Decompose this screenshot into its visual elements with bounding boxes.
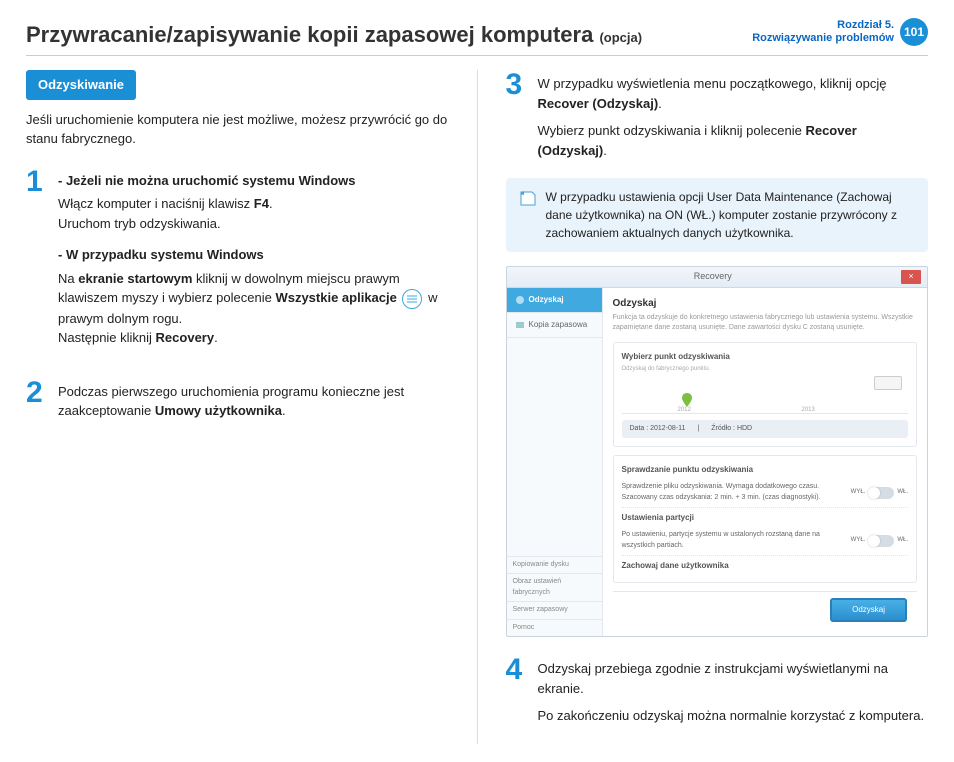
page-header: Przywracanie/zapisywanie kopii zapasowej… <box>26 18 928 56</box>
ss-timeline-control[interactable] <box>874 376 902 390</box>
info-note: W przypadku ustawienia opcji User Data M… <box>506 178 929 252</box>
ss-titlebar: Recovery × <box>507 267 928 288</box>
ss-panel1-sub: Odzyskaj do fabrycznego punktu. <box>622 365 909 374</box>
all-apps-icon <box>402 289 422 309</box>
title-option: (opcja) <box>599 30 642 45</box>
ss-main-desc: Funkcja ta odzyskuje do konkretnego usta… <box>613 313 918 334</box>
note-icon <box>518 188 538 208</box>
step1-sub2-heading: W przypadku systemu Windows <box>58 245 449 265</box>
close-icon[interactable]: × <box>901 270 921 284</box>
step-1: 1 Jeżeli nie można uruchomić systemu Win… <box>26 167 449 360</box>
chapter-label: Rozdział 5. Rozwiązywanie problemów <box>752 19 894 45</box>
note-text: W przypadku ustawienia opcji User Data M… <box>546 188 917 242</box>
ss-window-title: Recovery <box>694 270 732 284</box>
ss-panel-options: Sprawdzanie punktu odzyskiwania Sprawdze… <box>613 455 918 583</box>
ss-row-partition: Po ustawieniu, partycje systemu w ustalo… <box>622 526 909 556</box>
ss-panel4-heading: Zachowaj dane użytkownika <box>622 560 909 572</box>
step-number-4: 4 <box>506 655 528 726</box>
ss-toggle-verify[interactable]: WYŁ. WŁ. <box>851 487 908 499</box>
ss-timeline[interactable]: 2012 2013 <box>622 374 909 414</box>
ss-side-factoryimg[interactable]: Obraz ustawień fabrycznych <box>507 573 602 601</box>
step-4: 4 Odzyskaj przebiega zgodnie z instrukcj… <box>506 655 929 726</box>
ss-main-heading: Odzyskaj <box>613 296 918 311</box>
ss-meta-row: Data : 2012-08-11 | Źródło : HDD <box>622 420 909 439</box>
ss-panel2-heading: Sprawdzanie punktu odzyskiwania <box>622 464 909 476</box>
step1-sub1-heading: Jeżeli nie można uruchomić systemu Windo… <box>58 171 449 191</box>
chapter-line2: Rozwiązywanie problemów <box>752 32 894 45</box>
ss-tab-recover[interactable]: Odzyskaj <box>507 288 602 313</box>
step-number-2: 2 <box>26 378 48 421</box>
ss-panel1-heading: Wybierz punkt odzyskiwania <box>622 351 909 363</box>
ss-row-verify: Sprawdzenie pliku odzyskiwania. Wymaga d… <box>622 478 909 508</box>
step-number-3: 3 <box>506 70 528 160</box>
step1-sub1-p1: Włącz komputer i naciśnij klawisz F4. <box>58 194 449 214</box>
step2-text: Podczas pierwszego uruchomienia programu… <box>58 382 449 421</box>
page-title: Przywracanie/zapisywanie kopii zapasowej… <box>26 18 642 51</box>
step1-sub2: W przypadku systemu Windows Na ekranie s… <box>58 245 449 348</box>
right-column: 3 W przypadku wyświetlenia menu początko… <box>506 70 929 744</box>
ss-main: Odzyskaj Funkcja ta odzyskuje do konkret… <box>603 288 928 637</box>
ss-side-help[interactable]: Pomoc <box>507 619 602 637</box>
ss-footer: Odzyskaj <box>613 591 918 628</box>
ss-side-backupserver[interactable]: Serwer zapasowy <box>507 601 602 619</box>
section-heading-recovery: Odzyskiwanie <box>26 70 136 100</box>
pin-icon[interactable] <box>682 393 692 407</box>
step4-p1: Odzyskaj przebiega zgodnie z instrukcjam… <box>538 659 929 698</box>
step3-p1: W przypadku wyświetlenia menu początkowe… <box>538 74 929 113</box>
ss-side-diskcopy[interactable]: Kopiowanie dysku <box>507 556 602 574</box>
recovery-app-screenshot: Recovery × Odzyskaj Kopia zapasowa <box>506 266 929 637</box>
ss-tab-backup[interactable]: Kopia zapasowa <box>507 313 602 338</box>
step4-p2: Po zakończeniu odzyskaj można normalnie … <box>538 706 929 726</box>
step1-sub1: Jeżeli nie można uruchomić systemu Windo… <box>58 171 449 234</box>
step1-sub2-p2: Następnie kliknij Recovery. <box>58 328 449 348</box>
step-2: 2 Podczas pierwszego uruchomienia progra… <box>26 378 449 421</box>
step-3: 3 W przypadku wyświetlenia menu początko… <box>506 70 929 160</box>
ss-panel-restorepoint: Wybierz punkt odzyskiwania Odzyskaj do f… <box>613 342 918 448</box>
step-number-1: 1 <box>26 167 48 360</box>
recover-button[interactable]: Odzyskaj <box>830 598 907 622</box>
header-meta: Rozdział 5. Rozwiązywanie problemów 101 <box>752 18 928 46</box>
ss-tl-year1: 2012 <box>678 406 691 415</box>
step1-sub1-p2: Uruchom tryb odzyskiwania. <box>58 214 449 234</box>
ss-toggle-partition[interactable]: WYŁ. WŁ. <box>851 535 908 547</box>
step3-p2: Wybierz punkt odzyskiwania i kliknij pol… <box>538 121 929 160</box>
ss-sidebar: Odzyskaj Kopia zapasowa Kopiowanie dysku… <box>507 288 603 637</box>
left-column: Odzyskiwanie Jeśli uruchomienie komputer… <box>26 70 449 744</box>
page-number-badge: 101 <box>900 18 928 46</box>
chapter-line1: Rozdział 5. <box>752 19 894 32</box>
ss-tl-year2: 2013 <box>802 406 815 415</box>
intro-text: Jeśli uruchomienie komputera nie jest mo… <box>26 110 449 149</box>
ss-panel3-heading: Ustawienia partycji <box>622 512 909 524</box>
column-divider <box>477 70 478 744</box>
title-main: Przywracanie/zapisywanie kopii zapasowej… <box>26 22 599 47</box>
step1-sub2-p1: Na ekranie startowym kliknij w dowolnym … <box>58 269 449 329</box>
